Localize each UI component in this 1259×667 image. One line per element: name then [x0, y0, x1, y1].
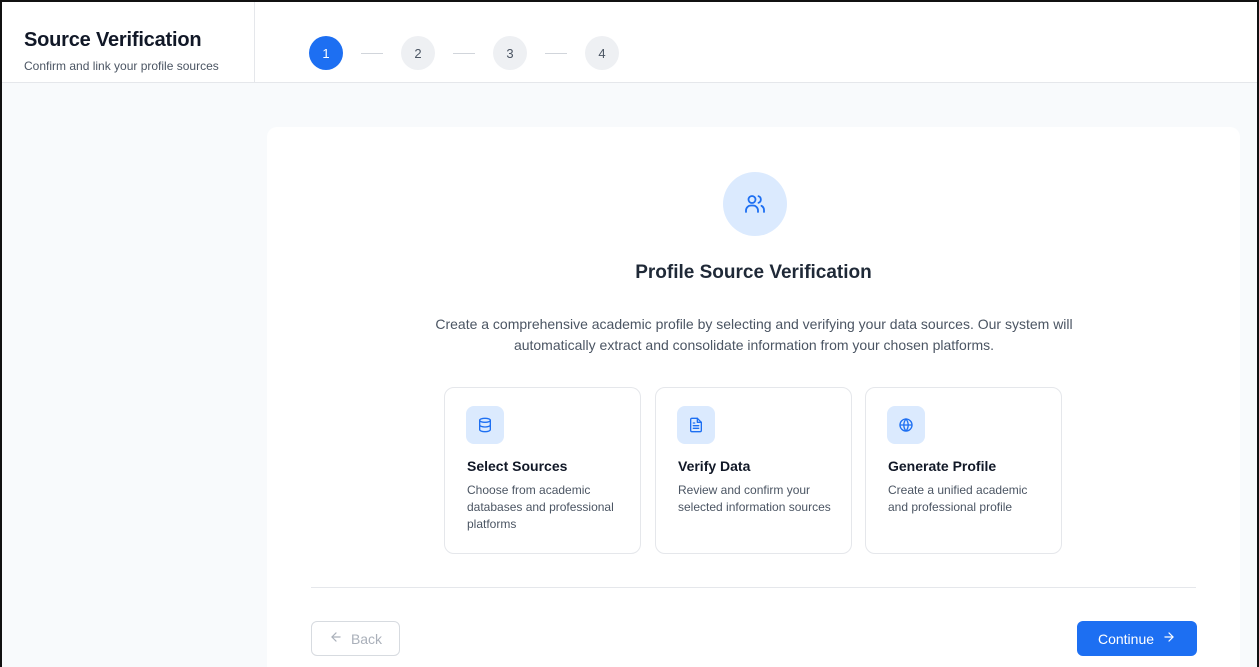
- users-icon: [723, 172, 787, 236]
- page-subtitle: Confirm and link your profile sources: [24, 59, 219, 73]
- footer-divider: [311, 587, 1196, 588]
- step-2[interactable]: 2: [401, 36, 435, 70]
- arrow-right-icon: [1162, 630, 1176, 647]
- feature-card-verify-data: Verify Data Review and confirm your sele…: [655, 387, 852, 554]
- back-button[interactable]: Back: [311, 621, 400, 656]
- feature-card-generate-profile: Generate Profile Create a unified academ…: [865, 387, 1062, 554]
- feature-description: Review and confirm your selected informa…: [678, 483, 831, 514]
- feature-description: Choose from academic databases and profe…: [467, 483, 614, 531]
- feature-card-select-sources: Select Sources Choose from academic data…: [444, 387, 641, 554]
- database-icon: [466, 406, 504, 444]
- app-window: Source Verification Confirm and link you…: [0, 0, 1259, 667]
- feature-description: Create a unified academic and profession…: [888, 483, 1028, 514]
- globe-icon: [887, 406, 925, 444]
- feature-title: Select Sources: [467, 458, 568, 474]
- intro-card: Profile Source Verification Create a com…: [267, 127, 1240, 667]
- page-title: Source Verification: [24, 29, 202, 51]
- progress-stepper: 1 2 3 4: [309, 36, 619, 70]
- intro-description: Create a comprehensive academic profile …: [435, 316, 1073, 353]
- feature-title: Verify Data: [678, 458, 751, 474]
- header-divider: [254, 2, 255, 83]
- step-3[interactable]: 3: [493, 36, 527, 70]
- step-1[interactable]: 1: [309, 36, 343, 70]
- step-4[interactable]: 4: [585, 36, 619, 70]
- continue-button[interactable]: Continue: [1077, 621, 1197, 656]
- continue-button-label: Continue: [1097, 630, 1155, 647]
- feature-title: Generate Profile: [888, 458, 997, 474]
- top-header: Source Verification Confirm and link you…: [2, 2, 1257, 83]
- back-button-label: Back: [350, 630, 383, 647]
- step-connector: [453, 52, 475, 54]
- step-connector: [361, 52, 383, 54]
- step-connector: [545, 52, 567, 54]
- intro-title: Profile Source Verification: [635, 262, 872, 283]
- arrow-left-icon: [329, 630, 343, 647]
- document-icon: [677, 406, 715, 444]
